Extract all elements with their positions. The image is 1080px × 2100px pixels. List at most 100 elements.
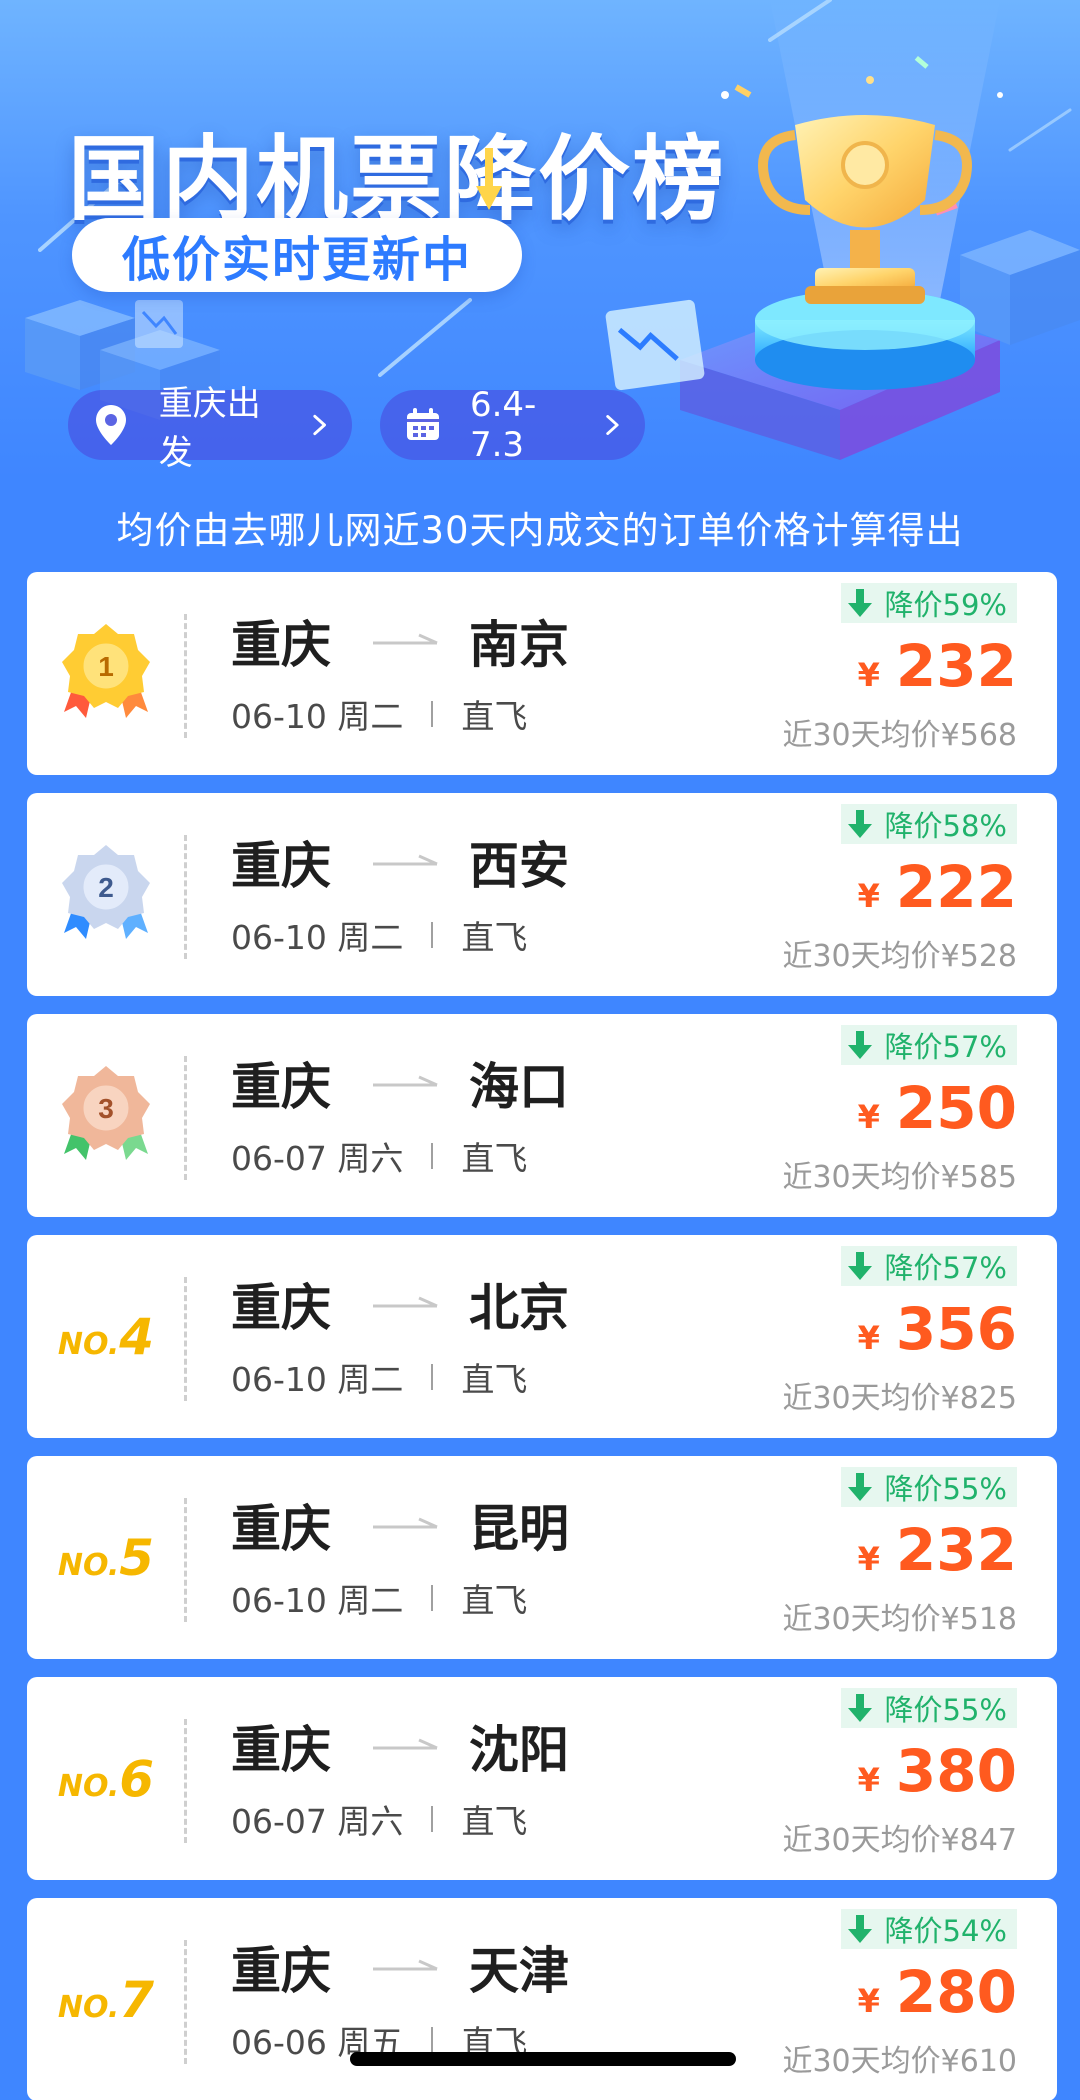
price-calculation-note: 均价由去哪儿网近30天内成交的订单价格计算得出 [116, 509, 964, 552]
destination-city: 西安 [469, 837, 569, 895]
flight-info: 06-07 周六 直飞 [231, 1797, 527, 1841]
medal-silver-icon: 2 [62, 844, 150, 939]
flight-date: 06-10 周二 [231, 697, 404, 736]
dashed-divider [184, 1056, 187, 1180]
price-area: 降价54% ¥ 280 近30天均价¥610 [687, 1898, 1017, 2100]
average-price: 近30天均价¥610 [782, 2044, 1017, 2079]
info-separator [431, 2027, 434, 2053]
currency-symbol: ¥ [857, 656, 880, 694]
route-cities: 重庆 沈阳 [231, 1715, 569, 1779]
price-area: 降价58% ¥ 222 近30天均价¥528 [687, 793, 1017, 996]
rank-prefix: NO. [57, 1326, 120, 1362]
route-card-1[interactable]: 1 重庆 南京 06-10 周二 直飞 降价59% ¥ 232 近30天均价¥5… [27, 572, 1057, 775]
down-arrow-icon [847, 589, 872, 617]
rank-label: NO.4 [58, 1308, 154, 1366]
origin-city: 重庆 [231, 1942, 331, 2000]
medal-bronze-icon: 3 [62, 1065, 150, 1160]
flight-date: 06-07 周六 [231, 1139, 404, 1178]
down-arrow-icon [847, 1031, 872, 1059]
location-pin-icon [92, 405, 131, 445]
down-arrow-icon [847, 810, 872, 838]
current-price: ¥ 232 [858, 1516, 1017, 1584]
calendar-icon [404, 405, 442, 445]
rank-number: 5 [119, 1528, 155, 1587]
flight-date: 06-07 周六 [231, 1802, 404, 1841]
average-price: 近30天均价¥825 [782, 1381, 1017, 1416]
price-drop-badge: 降价59% [840, 583, 1017, 623]
down-arrow-icon [847, 1694, 872, 1722]
origin-city: 重庆 [231, 1058, 331, 1116]
currency-symbol: ¥ [857, 1761, 880, 1799]
page-subtitle: 低价实时更新中 [121, 232, 472, 288]
price-value: 356 [895, 1295, 1017, 1363]
rank-label: NO.7 [58, 1971, 154, 2029]
rank-number: 1 [98, 651, 114, 682]
price-value: 222 [895, 853, 1017, 921]
route-card-3[interactable]: 3 重庆 海口 06-07 周六 直飞 降价57% ¥ 250 近30天均价¥5… [27, 1014, 1057, 1217]
rank-label: NO.5 [58, 1529, 154, 1587]
price-drop-percent: 降价59% [884, 588, 1007, 622]
info-separator [431, 1585, 434, 1611]
route-card-2[interactable]: 2 重庆 西安 06-10 周二 直飞 降价58% ¥ 222 近30天均价¥5… [27, 793, 1057, 996]
flight-type: 直飞 [461, 1802, 528, 1841]
route-arrow-icon [373, 1517, 438, 1529]
hero-banner: 国内机票降价榜 低价实时更新中 重庆出发 6.4-7.3 [0, 0, 1080, 480]
price-value: 232 [895, 1516, 1017, 1584]
flight-type: 直飞 [461, 697, 528, 736]
rank-badge: NO.4 [27, 1235, 185, 1438]
route-card-5[interactable]: NO.5 重庆 昆明 06-10 周二 直飞 降价55% ¥ 232 近30天均… [27, 1456, 1057, 1659]
subtitle-pill: 低价实时更新中 [72, 218, 522, 292]
average-price: 近30天均价¥568 [782, 718, 1017, 753]
flight-info: 06-10 周二 直飞 [231, 1355, 527, 1399]
price-drop-percent: 降价54% [884, 1914, 1007, 1948]
route-cities: 重庆 昆明 [231, 1494, 569, 1558]
route-cities: 重庆 海口 [231, 1052, 569, 1116]
price-value: 280 [895, 1958, 1017, 2026]
route-card-4[interactable]: NO.4 重庆 北京 06-10 周二 直飞 降价57% ¥ 356 近30天均… [27, 1235, 1057, 1438]
flight-info: 06-07 周六 直飞 [231, 1134, 527, 1178]
route-cities: 重庆 西安 [231, 831, 569, 895]
route-card-6[interactable]: NO.6 重庆 沈阳 06-07 周六 直飞 降价55% ¥ 380 近30天均… [27, 1677, 1057, 1880]
price-value: 250 [895, 1074, 1017, 1142]
flight-type: 直飞 [461, 1360, 528, 1399]
rank-badge: 1 [27, 572, 185, 775]
destination-city: 昆明 [469, 1500, 569, 1558]
info-separator [431, 1143, 434, 1169]
date-range-filter[interactable]: 6.4-7.3 [380, 385, 645, 465]
currency-symbol: ¥ [857, 1982, 880, 2020]
flight-type: 直飞 [461, 1139, 528, 1178]
flight-info: 06-10 周二 直飞 [231, 692, 527, 736]
price-drop-badge: 降价55% [840, 1467, 1017, 1507]
info-separator [431, 1364, 434, 1390]
route-arrow-icon [373, 1075, 438, 1087]
route-arrow-icon [373, 1959, 438, 1971]
dashed-divider [184, 1719, 187, 1843]
average-price: 近30天均价¥528 [782, 939, 1017, 974]
route-card-7[interactable]: NO.7 重庆 天津 06-06 周五 直飞 降价54% ¥ 280 近30天均… [27, 1898, 1057, 2100]
flight-date: 06-10 周二 [231, 1581, 404, 1620]
down-arrow-icon [847, 1252, 872, 1280]
currency-symbol: ¥ [857, 1319, 880, 1357]
rank-badge: NO.6 [27, 1677, 185, 1880]
flight-info: 06-10 周二 直飞 [231, 913, 527, 957]
rank-number: 4 [119, 1307, 155, 1366]
route-cities: 重庆 天津 [231, 1936, 569, 2000]
departure-city-filter[interactable]: 重庆出发 [68, 384, 352, 473]
price-area: 降价59% ¥ 232 近30天均价¥568 [687, 572, 1017, 775]
route-arrow-icon [373, 633, 438, 645]
average-price: 近30天均价¥585 [782, 1160, 1017, 1195]
current-price: ¥ 356 [858, 1295, 1017, 1363]
price-drop-percent: 降价55% [884, 1693, 1007, 1727]
rank-prefix: NO. [57, 1989, 120, 2025]
rank-badge: NO.7 [27, 1898, 185, 2100]
dashed-divider [184, 1940, 187, 2064]
dashed-divider [184, 1277, 187, 1401]
rank-label: NO.6 [58, 1750, 154, 1808]
route-arrow-icon [373, 1738, 438, 1750]
price-value: 232 [895, 632, 1017, 700]
info-separator [431, 922, 434, 948]
rank-badge: 3 [27, 1014, 185, 1217]
down-arrow-icon [847, 1473, 872, 1501]
price-drop-badge: 降价57% [840, 1246, 1017, 1286]
price-drop-percent: 降价58% [884, 809, 1007, 843]
